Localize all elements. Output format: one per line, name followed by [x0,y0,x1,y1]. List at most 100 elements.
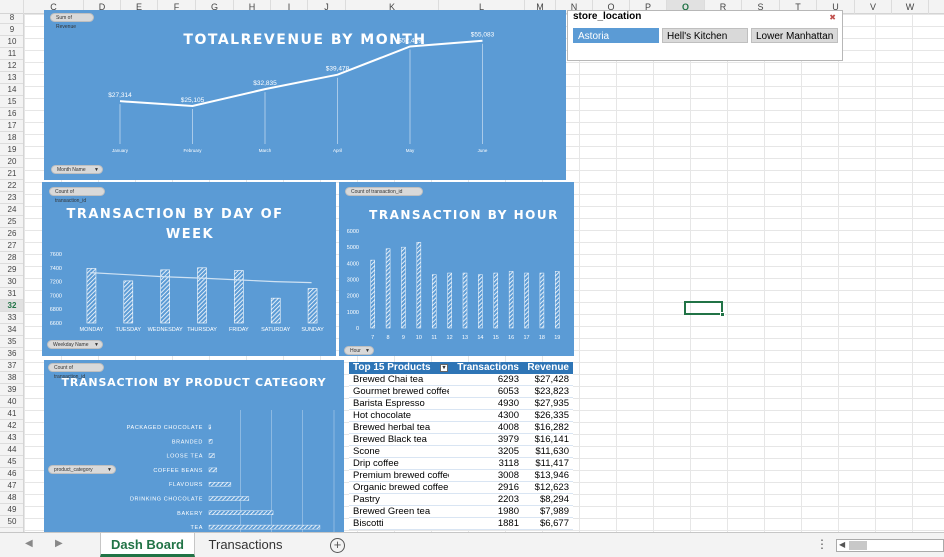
revenue-value: $11,630 [535,446,569,457]
bar [524,272,529,329]
transaction-by-hour-chart[interactable]: Count of transaction_id TRANSACTION BY H… [339,182,574,356]
transaction-count: 1881 [497,518,519,529]
category-label: 9 [402,335,405,341]
row-header-31[interactable]: 31 [0,288,23,300]
pivot-row[interactable]: Brewed Black tea 3979 $16,141 [349,434,573,446]
transaction-count: 6293 [497,374,519,385]
row-header-40[interactable]: 40 [0,396,23,408]
add-sheet-icon[interactable]: + [330,538,345,553]
row-header-11[interactable]: 11 [0,48,23,60]
category-label: COFFEE BEANS [153,468,203,474]
tab-transactions[interactable]: Transactions [198,533,293,557]
more-options-icon[interactable]: ⋮ [816,537,828,551]
row-header-34[interactable]: 34 [0,324,23,336]
row-header-44[interactable]: 44 [0,444,23,456]
row-header-32[interactable]: 32 [0,300,23,312]
hour-filter-button[interactable]: Hour ▼ [344,346,374,355]
transaction-by-category-chart[interactable]: Count of transaction_id TRANSACTION BY P… [44,360,344,532]
product-category-filter-button[interactable]: product_category ▼ [48,465,116,474]
row-header-46[interactable]: 46 [0,468,23,480]
row-header-25[interactable]: 25 [0,216,23,228]
slicer-item-astoria[interactable]: Astoria [573,28,659,43]
row-header-41[interactable]: 41 [0,408,23,420]
row-header-10[interactable]: 10 [0,36,23,48]
row-header-38[interactable]: 38 [0,372,23,384]
slicer-item-hells-kitchen[interactable]: Hell's Kitchen [662,28,748,43]
revenue-by-month-chart[interactable]: Sum of Revenue TOTALREVENUE BY MONTH $27… [44,10,566,180]
filter-dropdown-icon[interactable]: ▾ [440,364,448,372]
row-header-48[interactable]: 48 [0,492,23,504]
scroll-left-icon[interactable]: ◀ [839,540,845,549]
row-header-18[interactable]: 18 [0,132,23,144]
row-header-26[interactable]: 26 [0,228,23,240]
column-header-v[interactable]: V [855,0,892,14]
row-header-19[interactable]: 19 [0,144,23,156]
row-header-28[interactable]: 28 [0,252,23,264]
pivot-row[interactable]: Gourmet brewed coffee 6053 $23,823 [349,386,573,398]
row-header-21[interactable]: 21 [0,168,23,180]
y-tick-label: 2000 [347,294,359,300]
slicer-item-lower-manhattan[interactable]: Lower Manhattan [751,28,838,43]
row-header-37[interactable]: 37 [0,360,23,372]
transaction-count: 2203 [497,494,519,505]
row-header-23[interactable]: 23 [0,192,23,204]
category-label: WEDNESDAY [148,327,183,333]
bar [401,246,406,329]
header-revenue: Revenue [527,362,569,373]
fill-handle[interactable] [720,312,725,317]
store-location-slicer[interactable]: store_location ✖ Astoria Hell's Kitchen … [567,10,843,61]
row-header-47[interactable]: 47 [0,480,23,492]
row-header-9[interactable]: 9 [0,24,23,36]
weekday-filter-button[interactable]: Weekday Name ▼ [47,340,103,349]
row-header-45[interactable]: 45 [0,456,23,468]
top-products-pivot-table[interactable]: Top 15 Products ▾ Transactions Revenue B… [349,362,573,530]
pivot-row[interactable]: Pastry 2203 $8,294 [349,494,573,506]
active-cell-selection[interactable] [684,301,725,317]
filter-clear-icon[interactable]: ✖ [829,13,836,22]
row-header-16[interactable]: 16 [0,108,23,120]
pivot-row[interactable]: Brewed Chai tea 6293 $27,428 [349,374,573,386]
row-header-30[interactable]: 30 [0,276,23,288]
row-header-13[interactable]: 13 [0,72,23,84]
horizontal-scrollbar[interactable]: ◀ [836,539,944,552]
row-header-14[interactable]: 14 [0,84,23,96]
pivot-row[interactable]: Premium brewed coffee 3008 $13,946 [349,470,573,482]
select-all-corner[interactable] [0,0,24,14]
row-header-33[interactable]: 33 [0,312,23,324]
row-header-12[interactable]: 12 [0,60,23,72]
row-header-22[interactable]: 22 [0,180,23,192]
bar [208,424,211,430]
pivot-row[interactable]: Hot chocolate 4300 $26,335 [349,410,573,422]
pivot-row[interactable]: Organic brewed coffee 2916 $12,623 [349,482,573,494]
row-header-20[interactable]: 20 [0,156,23,168]
pivot-row[interactable]: Brewed herbal tea 4008 $16,282 [349,422,573,434]
column-header-w[interactable]: W [892,0,929,14]
row-header-35[interactable]: 35 [0,336,23,348]
row-header-49[interactable]: 49 [0,504,23,516]
y-tick-label: 7600 [50,252,62,258]
prev-sheet-icon[interactable]: ◀ [25,538,33,549]
next-sheet-icon[interactable]: ▶ [55,538,63,549]
pivot-row[interactable]: Biscotti 1881 $6,677 [349,518,573,530]
row-header-39[interactable]: 39 [0,384,23,396]
row-header-36[interactable]: 36 [0,348,23,360]
transaction-by-day-chart[interactable]: Count of transaction_id TRANSACTION BY D… [42,182,336,356]
pivot-row[interactable]: Drip coffee 3118 $11,417 [349,458,573,470]
pivot-row[interactable]: Scone 3205 $11,630 [349,446,573,458]
row-header-8[interactable]: 8 [0,14,23,24]
row-header-15[interactable]: 15 [0,96,23,108]
tab-dash-board[interactable]: Dash Board [100,533,195,557]
row-header-50[interactable]: 50 [0,516,23,528]
pivot-row[interactable]: Barista Espresso 4930 $27,935 [349,398,573,410]
row-header-29[interactable]: 29 [0,264,23,276]
pivot-row[interactable]: Brewed Green tea 1980 $7,989 [349,506,573,518]
row-header-27[interactable]: 27 [0,240,23,252]
scroll-thumb[interactable] [849,541,867,550]
row-header-42[interactable]: 42 [0,420,23,432]
row-header-43[interactable]: 43 [0,432,23,444]
bar [123,280,134,324]
month-name-filter-button[interactable]: Month Name ▼ [51,165,103,174]
category-label: MONDAY [80,327,104,333]
row-header-17[interactable]: 17 [0,120,23,132]
row-header-24[interactable]: 24 [0,204,23,216]
